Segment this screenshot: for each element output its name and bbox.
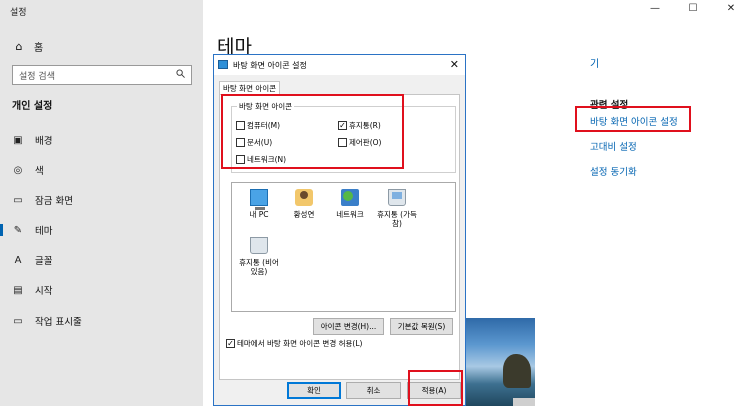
icon-item-network[interactable]: 네트워크 (327, 189, 373, 219)
sidebar-item-label: 시작 (35, 286, 53, 297)
home-nav-item[interactable]: ⌂ 홈 (12, 38, 44, 54)
window-controls: — ☐ ✕ (636, 0, 750, 18)
recycle-bin-empty-icon (250, 237, 268, 254)
icon-label: 휴지통 (가득 참) (377, 210, 417, 228)
network-icon (341, 189, 359, 206)
image-icon: ▣ (13, 134, 23, 146)
sidebar-item-lock-screen[interactable]: ▭ 잠금 화면 (0, 190, 203, 210)
dialog-close-button[interactable]: ✕ (450, 58, 459, 71)
sidebar-item-background[interactable]: ▣ 배경 (0, 130, 203, 150)
theme-thumbnail[interactable] (465, 318, 535, 406)
highlight-box-checkbox-group (221, 94, 404, 169)
search-icon (176, 69, 185, 78)
sidebar-item-themes[interactable]: ✎ 테마 (0, 220, 203, 240)
tab-desktop-icons[interactable]: 바탕 화면 아이콘 (219, 81, 281, 95)
search-placeholder: 설정 검색 (19, 72, 55, 82)
palette-icon: ◎ (13, 164, 23, 176)
pc-icon (250, 189, 268, 210)
icon-item-recycle-bin-empty[interactable]: 휴지통 (비어 있음) (236, 237, 282, 276)
sidebar-item-label: 색 (35, 166, 44, 177)
sidebar-item-label: 배경 (35, 136, 53, 147)
settings-search-input[interactable]: 설정 검색 (12, 65, 192, 85)
close-window-button[interactable]: ✕ (712, 0, 750, 18)
home-label: 홈 (34, 42, 44, 54)
dialog-title: 바탕 화면 아이콘 설정 (233, 61, 307, 70)
minimize-button[interactable]: — (636, 0, 674, 18)
brush-icon: ✎ (13, 224, 23, 236)
sidebar-item-label: 글꼴 (35, 256, 53, 267)
icon-label: 황성연 (293, 210, 315, 219)
sidebar-item-color[interactable]: ◎ 색 (0, 160, 203, 180)
sync-settings-link[interactable]: 설정 동기화 (590, 164, 637, 178)
highlight-box-apply-button (408, 370, 463, 406)
theme-thumbnail-edge[interactable] (513, 398, 535, 406)
sidebar-item-fonts[interactable]: A 글꼴 (0, 250, 203, 270)
sidebar-item-label: 테마 (35, 226, 53, 237)
sidebar-item-label: 잠금 화면 (35, 196, 73, 207)
sidebar-item-start[interactable]: ▤ 시작 (0, 280, 203, 300)
section-title: 개인 설정 (12, 101, 53, 112)
high-contrast-settings-link[interactable]: 고대비 설정 (590, 139, 637, 153)
dialog-app-icon (218, 60, 228, 69)
settings-sidebar: 설정 ⌂ 홈 설정 검색 개인 설정 ▣ 배경 ◎ 색 ▭ 잠금 화면 ✎ 테마… (0, 0, 203, 406)
restore-default-button[interactable]: 기본값 복원(S) (390, 318, 453, 335)
checkbox-label: 테마에서 바탕 화면 아이콘 변경 허용(L) (237, 339, 363, 348)
font-icon: A (14, 254, 22, 266)
maximize-button[interactable]: ☐ (674, 0, 712, 18)
icon-label: 휴지통 (비어 있음) (239, 258, 279, 276)
dialog-titlebar: 바탕 화면 아이콘 설정 ✕ (214, 55, 465, 75)
partially-hidden-link[interactable]: 기 (590, 55, 599, 70)
taskbar-icon: ▭ (13, 315, 23, 327)
sidebar-item-taskbar[interactable]: ▭ 작업 표시줄 (0, 311, 203, 331)
start-icon: ▤ (13, 284, 23, 296)
icon-label: 내 PC (249, 210, 269, 219)
lock-screen-icon: ▭ (13, 194, 23, 206)
icon-list[interactable]: 내 PC 황성연 네트워크 휴지통 (가득 참) 휴지통 (비어 있음) (231, 182, 456, 312)
checkmark-icon[interactable]: ✓ (226, 339, 235, 348)
ok-button[interactable]: 확인 (287, 382, 341, 399)
recycle-bin-full-icon (388, 189, 406, 206)
icon-item-user-folder[interactable]: 황성연 (281, 189, 327, 219)
home-icon: ⌂ (15, 39, 23, 53)
icon-label: 네트워크 (336, 210, 364, 219)
change-icon-button[interactable]: 아이콘 변경(H)... (313, 318, 384, 335)
sidebar-item-label: 작업 표시줄 (35, 317, 82, 328)
user-folder-icon (295, 189, 313, 206)
allow-themes-checkbox[interactable]: ✓ 테마에서 바탕 화면 아이콘 변경 허용(L) (226, 338, 362, 349)
cancel-button[interactable]: 취소 (346, 382, 401, 399)
app-title: 설정 (10, 8, 27, 18)
icon-item-recycle-bin-full[interactable]: 휴지통 (가득 참) (374, 189, 420, 228)
highlight-box-related-link (575, 106, 691, 132)
theme-thumbnail-rock (503, 354, 531, 388)
active-indicator (0, 224, 3, 236)
icon-item-pc[interactable]: 내 PC (236, 189, 282, 219)
